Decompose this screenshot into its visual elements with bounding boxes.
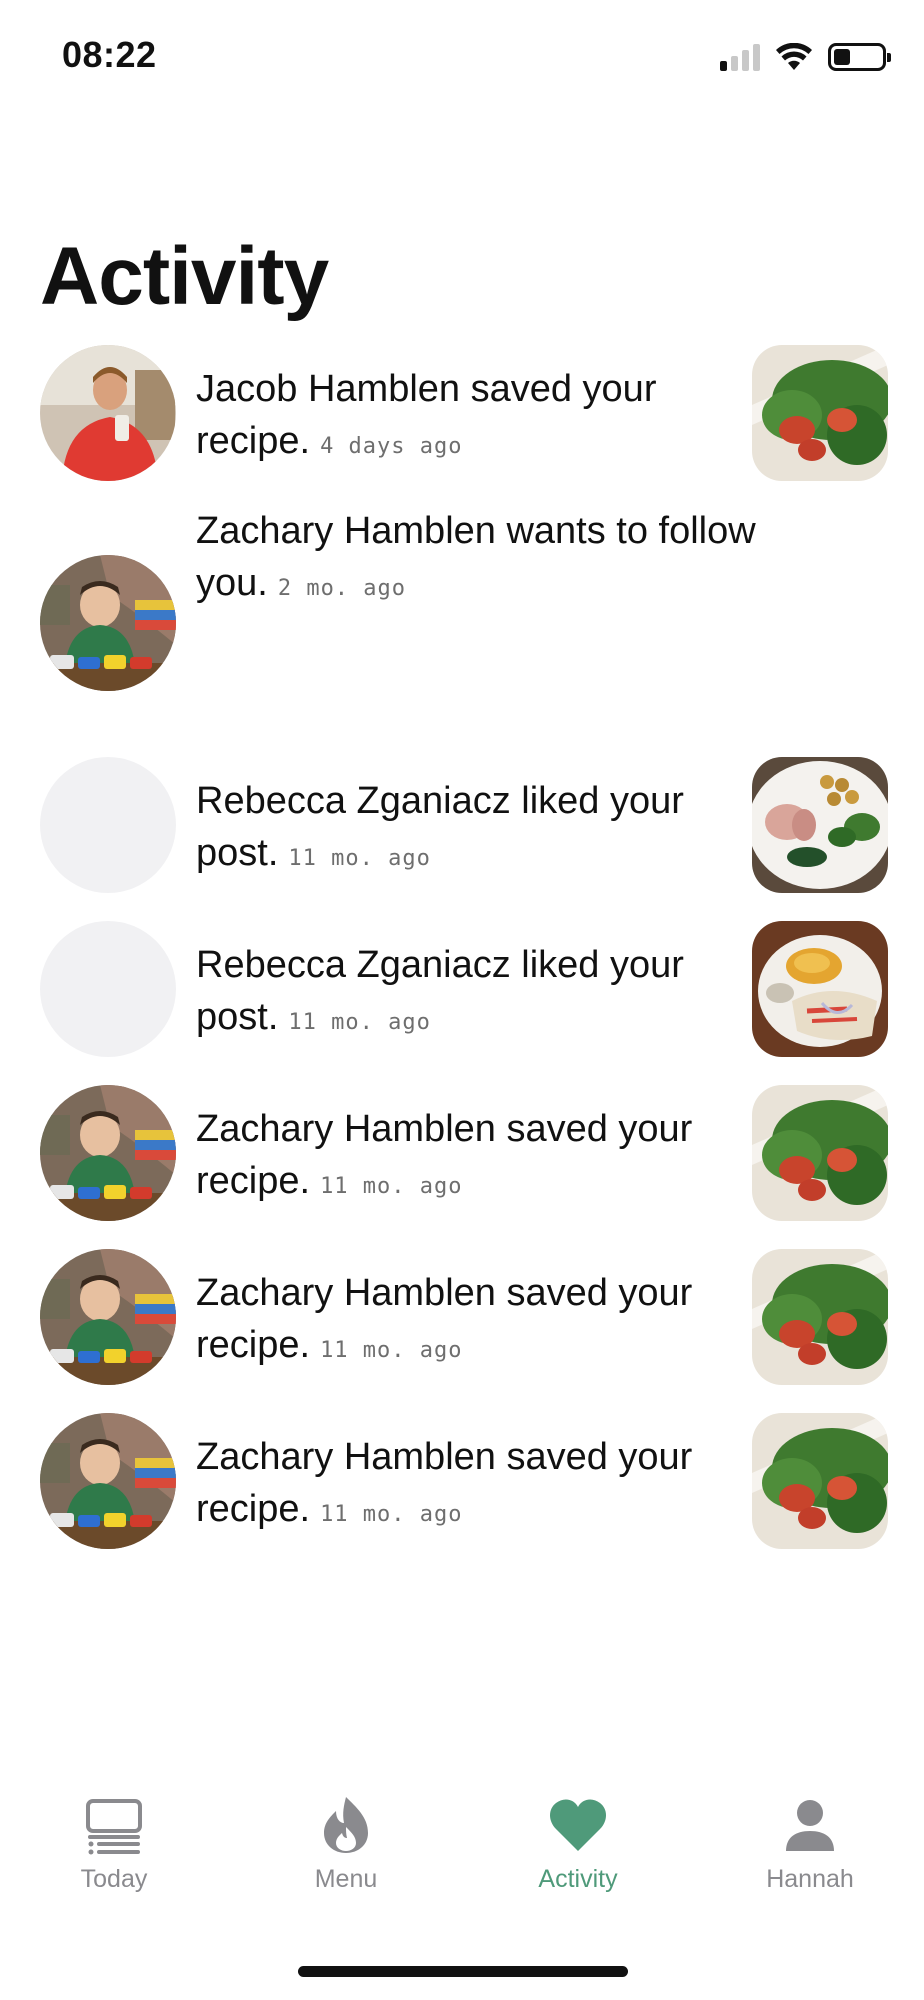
tab-activity[interactable]: Activity — [488, 1795, 668, 1894]
heart-icon — [550, 1799, 606, 1851]
wifi-icon — [776, 43, 812, 70]
home-indicator[interactable] — [298, 1966, 628, 1977]
activity-time: 4 days ago — [320, 434, 463, 459]
post-thumbnail[interactable] — [752, 757, 888, 893]
activity-message: Rebecca Zganiacz liked your post. — [196, 780, 684, 874]
signal-icon — [720, 43, 760, 71]
activity-item[interactable]: Zachary Hamblen saved your recipe. 11 mo.… — [0, 1085, 924, 1225]
post-thumbnail[interactable] — [752, 1413, 888, 1549]
activity-time: 11 mo. ago — [288, 846, 431, 871]
status-icons — [720, 40, 891, 74]
tab-label: Activity — [538, 1865, 618, 1893]
post-thumbnail[interactable] — [752, 921, 888, 1057]
activity-time: 11 mo. ago — [288, 1010, 431, 1035]
tab-bar: Today Menu Activity Hannah — [0, 1795, 924, 1925]
avatar[interactable] — [40, 757, 176, 893]
battery-icon — [828, 43, 891, 71]
status-bar: 08:22 — [0, 0, 924, 110]
post-thumbnail[interactable] — [752, 1085, 888, 1221]
tab-label: Hannah — [766, 1865, 854, 1893]
tab-label: Today — [80, 1865, 148, 1893]
activity-time: 2 mo. ago — [277, 576, 407, 601]
activity-item[interactable]: Rebecca Zganiacz liked your post. 11 mo. … — [0, 921, 924, 1061]
activity-time: 11 mo. ago — [320, 1502, 463, 1527]
avatar[interactable] — [40, 1085, 176, 1221]
avatar[interactable] — [40, 555, 176, 691]
activity-message: Rebecca Zganiacz liked your post. — [196, 944, 684, 1038]
activity-item[interactable]: Jacob Hamblen saved your recipe. 4 days a… — [0, 345, 924, 485]
tab-menu[interactable]: Menu — [256, 1795, 436, 1894]
post-thumbnail[interactable] — [752, 1249, 888, 1385]
tab-today[interactable]: Today — [24, 1795, 204, 1894]
avatar[interactable] — [40, 345, 176, 481]
laptop-list-icon — [86, 1799, 142, 1855]
flame-icon — [324, 1797, 368, 1853]
battery-level — [834, 49, 850, 65]
post-thumbnail[interactable] — [752, 345, 888, 481]
activity-time: 11 mo. ago — [320, 1174, 463, 1199]
avatar[interactable] — [40, 921, 176, 1057]
activity-time: 11 mo. ago — [320, 1338, 463, 1363]
activity-item[interactable]: Zachary Hamblen saved your recipe. 11 mo.… — [0, 1249, 924, 1389]
avatar[interactable] — [40, 1413, 176, 1549]
avatar[interactable] — [40, 1249, 176, 1385]
activity-item[interactable]: Rebecca Zganiacz liked your post. 11 mo. … — [0, 757, 924, 897]
activity-item[interactable]: Zachary Hamblen saved your recipe. 11 mo.… — [0, 1413, 924, 1553]
status-time: 08:22 — [62, 34, 157, 75]
page-title: Activity — [40, 231, 329, 322]
tab-profile[interactable]: Hannah — [720, 1795, 900, 1894]
person-icon — [786, 1800, 834, 1851]
tab-label: Menu — [314, 1865, 378, 1893]
activity-item[interactable]: Zachary Hamblen wants to follow you. 2 mo… — [0, 505, 924, 695]
